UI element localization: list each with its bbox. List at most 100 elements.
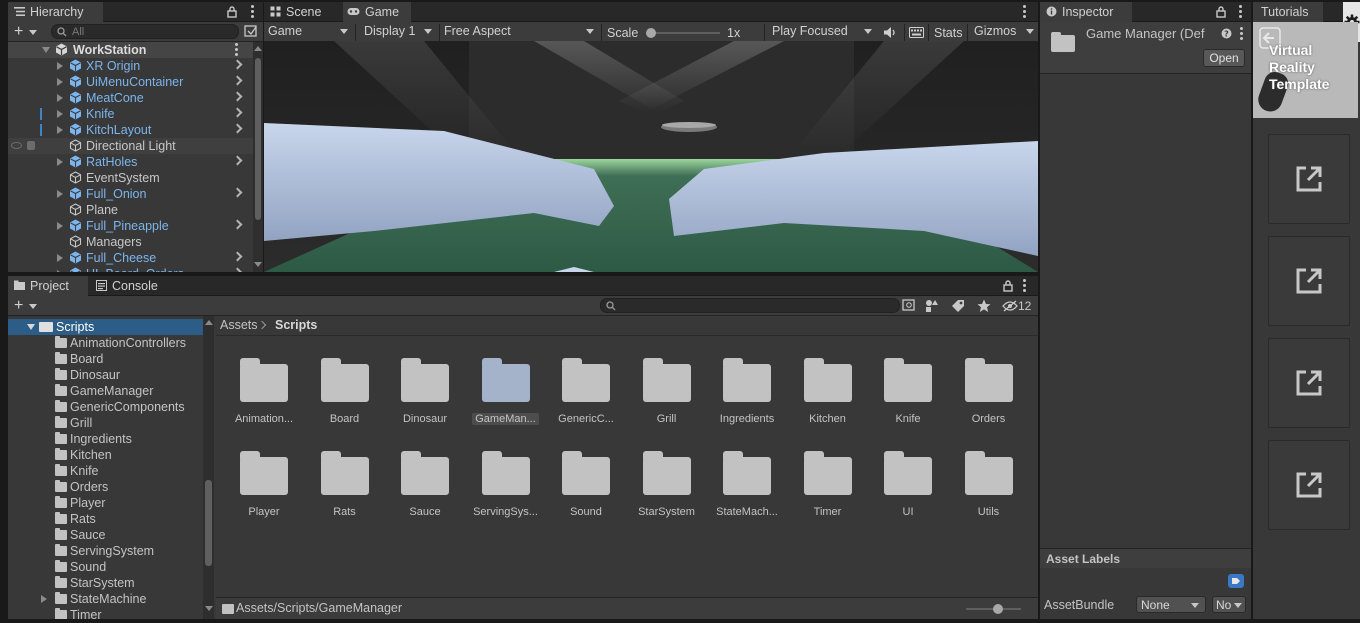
open-button[interactable]: Open bbox=[1203, 49, 1245, 67]
tree-folder-item[interactable]: Rats bbox=[8, 511, 203, 527]
expand-arrow-icon[interactable] bbox=[57, 158, 63, 166]
expand-arrow-icon[interactable] bbox=[57, 222, 63, 230]
hierarchy-item[interactable]: Full_Onion bbox=[8, 186, 253, 202]
chevron-right-icon[interactable] bbox=[232, 123, 243, 134]
add-button[interactable]: + bbox=[12, 23, 42, 40]
tree-folder-item[interactable]: Ingredients bbox=[8, 431, 203, 447]
tree-folder-item[interactable]: GenericComponents bbox=[8, 399, 203, 415]
tab-tutorials[interactable]: Tutorials bbox=[1253, 2, 1323, 22]
asset-folder-item[interactable]: ServingSys... bbox=[466, 430, 546, 518]
asset-folder-item[interactable]: Knife bbox=[868, 337, 948, 425]
asset-folder-item[interactable]: StateMach... bbox=[707, 430, 787, 518]
expand-arrow-icon[interactable] bbox=[42, 47, 50, 53]
scene-visibility-icon[interactable] bbox=[244, 25, 258, 38]
scroll-up-arrow-icon[interactable] bbox=[254, 46, 262, 51]
hierarchy-root-row[interactable]: WorkStation bbox=[8, 42, 253, 58]
chevron-right-icon[interactable] bbox=[232, 155, 243, 166]
aspect-dropdown[interactable]: Free Aspect bbox=[440, 22, 600, 40]
chevron-right-icon[interactable] bbox=[232, 267, 243, 272]
tree-folder-item[interactable]: Player bbox=[8, 495, 203, 511]
hierarchy-item[interactable]: Knife bbox=[8, 106, 253, 122]
scroll-up-arrow-icon[interactable] bbox=[205, 320, 213, 325]
visibility-eye-icon[interactable] bbox=[11, 142, 22, 149]
hierarchy-item[interactable]: XR Origin bbox=[8, 58, 253, 74]
inspector-menu-icon[interactable] bbox=[1239, 5, 1243, 19]
filter-by-label-icon[interactable] bbox=[951, 299, 965, 313]
asset-folder-item[interactable]: Board bbox=[305, 337, 385, 425]
play-mode-dropdown[interactable]: Play Focused bbox=[768, 22, 878, 40]
project-menu-icon[interactable] bbox=[1023, 279, 1027, 293]
tree-folder-item[interactable]: Timer bbox=[8, 607, 203, 619]
icon-size-slider[interactable] bbox=[966, 604, 1021, 614]
tree-folder-item[interactable]: Kitchen bbox=[8, 447, 203, 463]
chevron-right-icon[interactable] bbox=[232, 75, 243, 86]
tab-inspector[interactable]: Inspector bbox=[1040, 2, 1132, 22]
tutorial-link-card[interactable] bbox=[1268, 338, 1350, 428]
tree-root-row[interactable]: Scripts bbox=[8, 319, 203, 335]
scale-slider-thumb[interactable] bbox=[646, 28, 656, 38]
project-search[interactable] bbox=[600, 298, 900, 313]
hierarchy-item[interactable]: Managers bbox=[8, 234, 253, 250]
hidden-packages-icon[interactable] bbox=[1002, 300, 1018, 312]
expand-arrow-icon[interactable] bbox=[57, 190, 63, 198]
asset-folder-item[interactable]: Ingredients bbox=[707, 337, 787, 425]
asset-bundle-dropdown[interactable]: None bbox=[1136, 596, 1206, 613]
expand-arrow-icon[interactable] bbox=[57, 254, 63, 262]
expand-arrow-icon[interactable] bbox=[27, 324, 35, 330]
hierarchy-menu-icon[interactable] bbox=[251, 5, 255, 19]
help-icon[interactable]: ? bbox=[1221, 28, 1232, 39]
tree-folder-item[interactable]: ServingSystem bbox=[8, 543, 203, 559]
create-button[interactable]: + bbox=[12, 297, 42, 314]
audio-icon[interactable] bbox=[883, 26, 897, 39]
asset-folder-item[interactable]: Player bbox=[224, 430, 304, 518]
tab-game[interactable]: Game bbox=[343, 2, 411, 22]
tree-folder-item[interactable]: Board bbox=[8, 351, 203, 367]
tree-folder-item[interactable]: Orders bbox=[8, 479, 203, 495]
chevron-right-icon[interactable] bbox=[232, 187, 243, 198]
scroll-down-arrow-icon[interactable] bbox=[254, 262, 262, 267]
root-menu-icon[interactable] bbox=[235, 43, 239, 57]
tutorial-link-card[interactable] bbox=[1268, 236, 1350, 326]
search-in-scene-icon[interactable] bbox=[902, 299, 916, 312]
hierarchy-scrollbar[interactable] bbox=[253, 42, 263, 272]
chevron-right-icon[interactable] bbox=[232, 251, 243, 262]
expand-arrow-icon[interactable] bbox=[57, 110, 63, 118]
tutorial-link-card[interactable] bbox=[1268, 440, 1350, 530]
icon-size-slider-thumb[interactable] bbox=[993, 604, 1003, 614]
asset-folder-item[interactable]: GameMan... bbox=[466, 337, 546, 425]
hierarchy-item[interactable]: MeatCone bbox=[8, 90, 253, 106]
asset-folder-item[interactable]: GenericC... bbox=[546, 337, 626, 425]
hierarchy-item[interactable]: Full_Cheese bbox=[8, 250, 253, 266]
tutorial-link-card[interactable] bbox=[1268, 134, 1350, 224]
inspector-header-menu-icon[interactable] bbox=[1240, 27, 1244, 41]
expand-arrow-icon[interactable] bbox=[57, 62, 63, 70]
expand-arrow-icon[interactable] bbox=[41, 595, 47, 603]
hierarchy-item[interactable]: Full_Pineapple bbox=[8, 218, 253, 234]
asset-folder-item[interactable]: Animation... bbox=[224, 337, 304, 425]
chevron-right-icon[interactable] bbox=[232, 91, 243, 102]
chevron-right-icon[interactable] bbox=[232, 59, 243, 70]
asset-folder-item[interactable]: StarSystem bbox=[627, 430, 707, 518]
expand-arrow-icon[interactable] bbox=[57, 270, 63, 272]
keyboard-icon[interactable] bbox=[909, 27, 924, 38]
expand-arrow-icon[interactable] bbox=[57, 94, 63, 102]
asset-folder-item[interactable]: Timer bbox=[788, 430, 868, 518]
asset-folder-item[interactable]: Orders bbox=[949, 337, 1029, 425]
tree-folder-item[interactable]: Knife bbox=[8, 463, 203, 479]
tree-scroll-thumb[interactable] bbox=[205, 480, 212, 566]
hierarchy-item[interactable]: Directional Light bbox=[8, 138, 253, 154]
scale-slider[interactable] bbox=[646, 28, 720, 38]
lock-icon[interactable] bbox=[227, 6, 237, 18]
filter-by-type-icon[interactable] bbox=[925, 299, 939, 313]
hierarchy-item[interactable]: EventSystem bbox=[8, 170, 253, 186]
gizmos-dropdown[interactable]: Gizmos bbox=[970, 22, 1038, 40]
expand-arrow-icon[interactable] bbox=[57, 78, 63, 86]
label-tag-icon[interactable] bbox=[1228, 574, 1244, 588]
tree-folder-item[interactable]: AnimationControllers bbox=[8, 335, 203, 351]
game-view[interactable] bbox=[264, 41, 1038, 272]
hierarchy-item[interactable]: KitchLayout bbox=[8, 122, 253, 138]
asset-folder-item[interactable]: Rats bbox=[305, 430, 385, 518]
tree-scrollbar[interactable] bbox=[203, 316, 214, 619]
scroll-down-arrow-icon[interactable] bbox=[205, 606, 213, 611]
tab-project[interactable]: Project bbox=[8, 276, 88, 296]
